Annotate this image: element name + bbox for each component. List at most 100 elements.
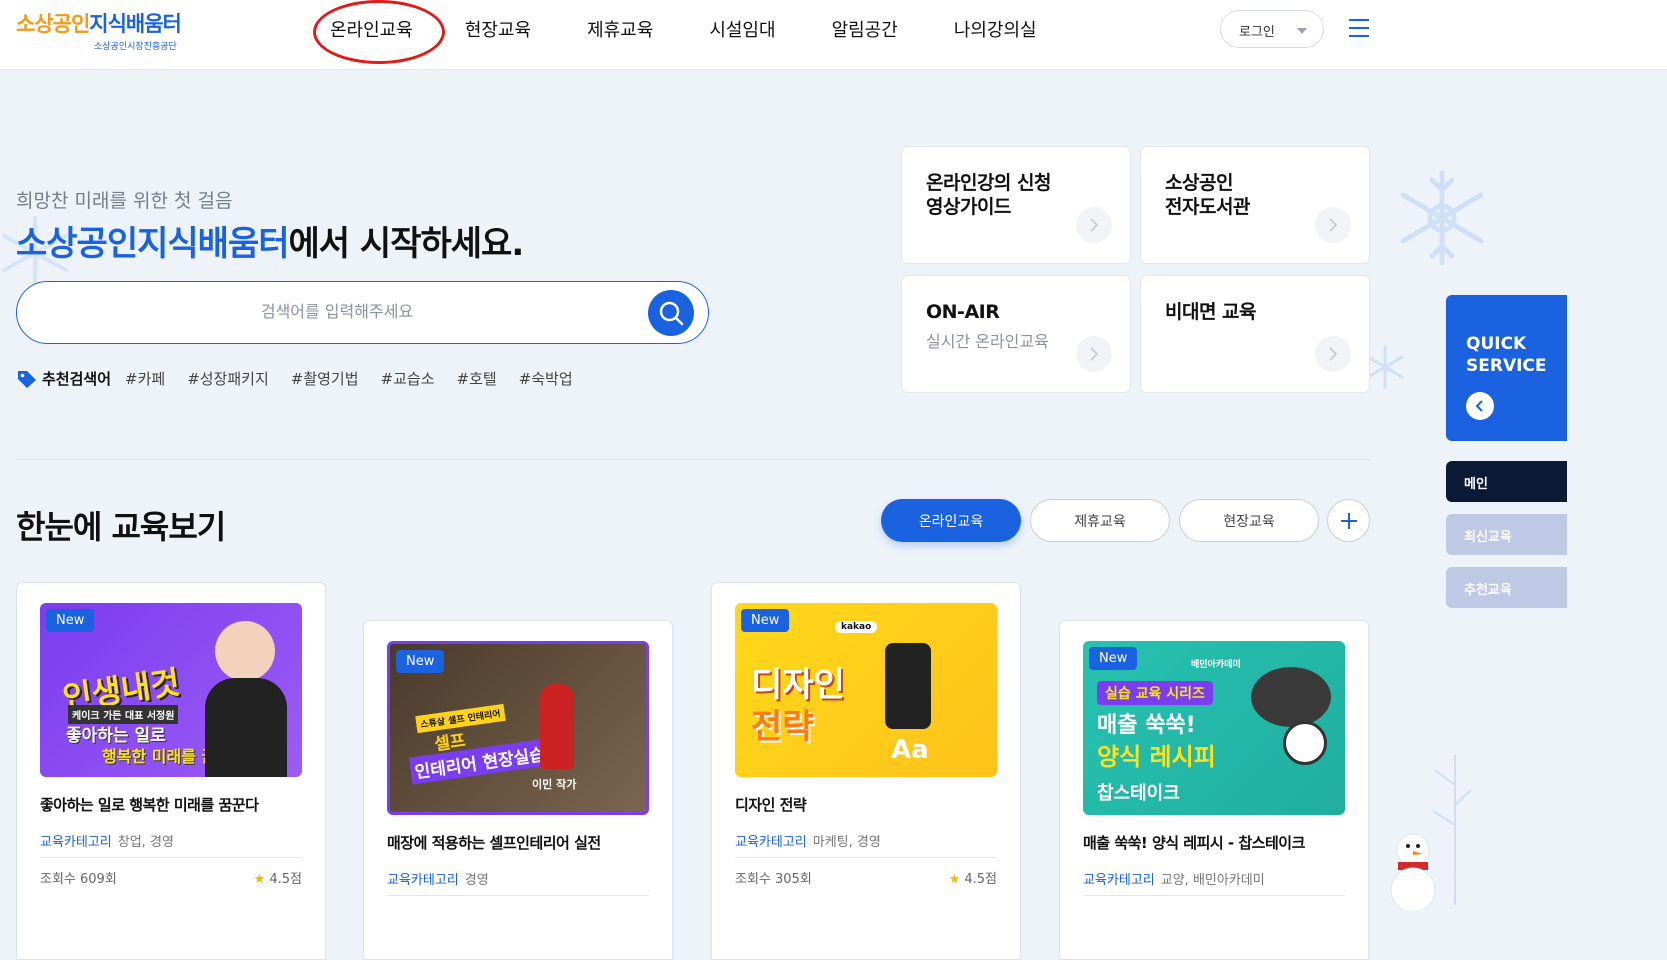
menu-icon[interactable] xyxy=(1349,19,1369,37)
course-thumbnail: New 배민아카데미 실습 교육 시리즈 매출 쑥쑥! 양식 레시피 찹스테이크 xyxy=(1083,641,1345,815)
new-badge: New xyxy=(396,650,445,673)
thumbnail-headline: 전략 xyxy=(751,707,814,747)
filter-online[interactable]: 온라인교육 xyxy=(881,499,1021,542)
course-card[interactable]: New kakao 디자인 전략 Aa 디자인 전략 교육카테고리 마케팅, 경영… xyxy=(711,582,1021,960)
thumbnail-caption: kakao xyxy=(835,621,878,633)
person-image xyxy=(540,684,574,769)
snowman-icon xyxy=(1390,833,1436,910)
course-category: 교육카테고리 경영 xyxy=(387,873,489,888)
plus-icon xyxy=(1340,512,1357,529)
site-logo[interactable]: 소상공인지식배움터 소상공인시장진흥공단 xyxy=(16,8,182,52)
section-divider xyxy=(16,459,1370,460)
quick-service-panel: QUICK SERVICE xyxy=(1446,295,1567,441)
quickcard-title: 소상공인 전자도서관 xyxy=(1165,172,1250,218)
star-icon: ★ xyxy=(253,872,266,887)
quickcard-title: 비대면 교육 xyxy=(1165,301,1257,323)
quick-menu-latest[interactable]: 최신교육 xyxy=(1446,514,1567,555)
course-title: 매출 쑥쑥! 양식 레피시 - 찹스테이크 xyxy=(1083,834,1305,852)
course-thumbnail: New 스튜살 셀프 인테리어 셀프 인테리어 현장실습 이민 작가 xyxy=(387,641,649,815)
course-title: 좋아하는 일로 행복한 미래를 꿈꾼다 xyxy=(40,796,259,814)
chevron-right-icon xyxy=(1076,207,1112,243)
person-image xyxy=(205,678,287,777)
course-category: 교육카테고리 교양, 배민아카데미 xyxy=(1083,873,1265,888)
view-count: 조회수 609회 xyxy=(40,872,117,887)
course-card[interactable]: New 스튜살 셀프 인테리어 셀프 인테리어 현장실습 이민 작가 매장에 적… xyxy=(363,620,673,960)
quick-service-toggle[interactable] xyxy=(1466,392,1494,420)
more-button[interactable] xyxy=(1327,499,1370,542)
keyword-tag[interactable]: #촬영기법 xyxy=(291,368,359,389)
rating: ★ 4.5점 xyxy=(253,872,302,887)
thumbnail-headline: 인테리어 현장실습 xyxy=(408,738,551,785)
filter-field[interactable]: 현장교육 xyxy=(1179,499,1319,542)
hero-title: 소상공인지식배움터에서 시작하세요. xyxy=(16,224,524,264)
keyword-label: 추천검색어 xyxy=(42,370,112,388)
view-count: 조회수 305회 xyxy=(735,872,812,887)
thumbnail-caption: 실습 교육 시리즈 xyxy=(1097,681,1213,705)
quickcard-subtitle: 실시간 온라인교육 xyxy=(926,332,1049,351)
filter-partner[interactable]: 제휴교육 xyxy=(1030,499,1170,542)
phone-image xyxy=(885,643,931,729)
divider xyxy=(40,857,302,858)
tag-icon xyxy=(18,370,36,388)
course-footer: 조회수 305회 ★ 4.5점 xyxy=(735,868,997,887)
snowflake-small-icon xyxy=(1366,345,1404,389)
quick-menu-main[interactable]: 메인 xyxy=(1446,461,1567,502)
quickcard-title: ON-AIR xyxy=(926,301,1000,323)
course-title: 매장에 적용하는 셀프인테리어 실전 xyxy=(387,834,601,852)
course-card[interactable]: New 배민아카데미 실습 교육 시리즈 매출 쑥쑥! 양식 레시피 찹스테이크… xyxy=(1059,620,1369,960)
login-label: 로그인 xyxy=(1239,25,1275,40)
divider xyxy=(735,857,997,858)
quickcard-untact-education[interactable]: 비대면 교육 xyxy=(1140,275,1370,393)
nav-field-education[interactable]: 현장교육 xyxy=(465,16,531,42)
keyword-tag[interactable]: #교습소 xyxy=(381,368,435,389)
course-footer: 조회수 609회 ★ 4.5점 xyxy=(40,868,302,887)
course-thumbnail: New 인생내것 케이크 가든 대표 서정원 좋아하는 일로 행복한 미래를 꿈… xyxy=(40,603,302,777)
nav-my-classroom[interactable]: 나의강의실 xyxy=(954,16,1037,42)
course-title: 디자인 전략 xyxy=(735,796,807,814)
thumbnail-caption: Aa xyxy=(891,735,929,765)
star-icon: ★ xyxy=(948,872,961,887)
logo-subtitle: 소상공인시장진흥공단 xyxy=(94,42,177,52)
thumbnail-caption: 배민아카데미 xyxy=(1191,660,1241,670)
chevron-right-icon xyxy=(1315,207,1351,243)
quickcard-title: 온라인강의 신청 영상가이드 xyxy=(926,172,1051,218)
snowflake-icon xyxy=(1400,170,1484,266)
chevron-right-icon xyxy=(1315,336,1351,372)
divider xyxy=(1083,895,1345,896)
chevron-right-icon xyxy=(1076,336,1112,372)
login-dropdown[interactable]: 로그인 xyxy=(1220,10,1324,48)
keyword-tag[interactable]: #숙박업 xyxy=(519,368,573,389)
divider xyxy=(387,895,649,896)
highlight-annotation xyxy=(313,0,445,64)
search-input[interactable] xyxy=(77,302,597,321)
quickcard-e-library[interactable]: 소상공인 전자도서관 xyxy=(1140,146,1370,264)
search-button[interactable] xyxy=(648,290,694,336)
course-category: 교육카테고리 창업, 경영 xyxy=(40,835,174,850)
new-badge: New xyxy=(1089,647,1138,670)
keyword-tag[interactable]: #성장패키지 xyxy=(187,368,269,389)
thumbnail-caption: 찹스테이크 xyxy=(1097,783,1180,804)
quick-menu-recommended[interactable]: 추천교육 xyxy=(1446,567,1567,608)
course-thumbnail: New kakao 디자인 전략 Aa xyxy=(735,603,997,777)
logo-title: 소상공인지식배움터 xyxy=(16,12,182,36)
keyword-tag[interactable]: #카페 xyxy=(125,368,165,389)
thumbnail-headline: 양식 레시피 xyxy=(1097,743,1216,771)
search-icon xyxy=(659,301,684,326)
rating: ★ 4.5점 xyxy=(948,872,997,887)
nav-notice[interactable]: 알림공간 xyxy=(832,16,898,42)
new-badge: New xyxy=(741,609,790,632)
food-image xyxy=(1251,667,1331,727)
person-image xyxy=(215,621,275,681)
search-box xyxy=(16,281,709,344)
recommended-keywords: 추천검색어 #카페 #성장패키지 #촬영기법 #교습소 #호텔 #숙박업 xyxy=(16,368,595,389)
section-title: 한눈에 교육보기 xyxy=(16,508,226,546)
nav-facility-rental[interactable]: 시설임대 xyxy=(709,16,775,42)
keyword-tag[interactable]: #호텔 xyxy=(457,368,497,389)
thumbnail-headline: 매출 쑥쑥! xyxy=(1097,713,1196,738)
nav-partner-education[interactable]: 제휴교육 xyxy=(587,16,653,42)
chevron-down-icon xyxy=(1297,28,1307,34)
quickcard-online-guide[interactable]: 온라인강의 신청 영상가이드 xyxy=(901,146,1131,264)
quick-service-label: QUICK SERVICE xyxy=(1466,334,1547,376)
quickcard-on-air[interactable]: ON-AIR 실시간 온라인교육 xyxy=(901,275,1131,393)
course-card[interactable]: New 인생내것 케이크 가든 대표 서정원 좋아하는 일로 행복한 미래를 꿈… xyxy=(16,582,326,960)
